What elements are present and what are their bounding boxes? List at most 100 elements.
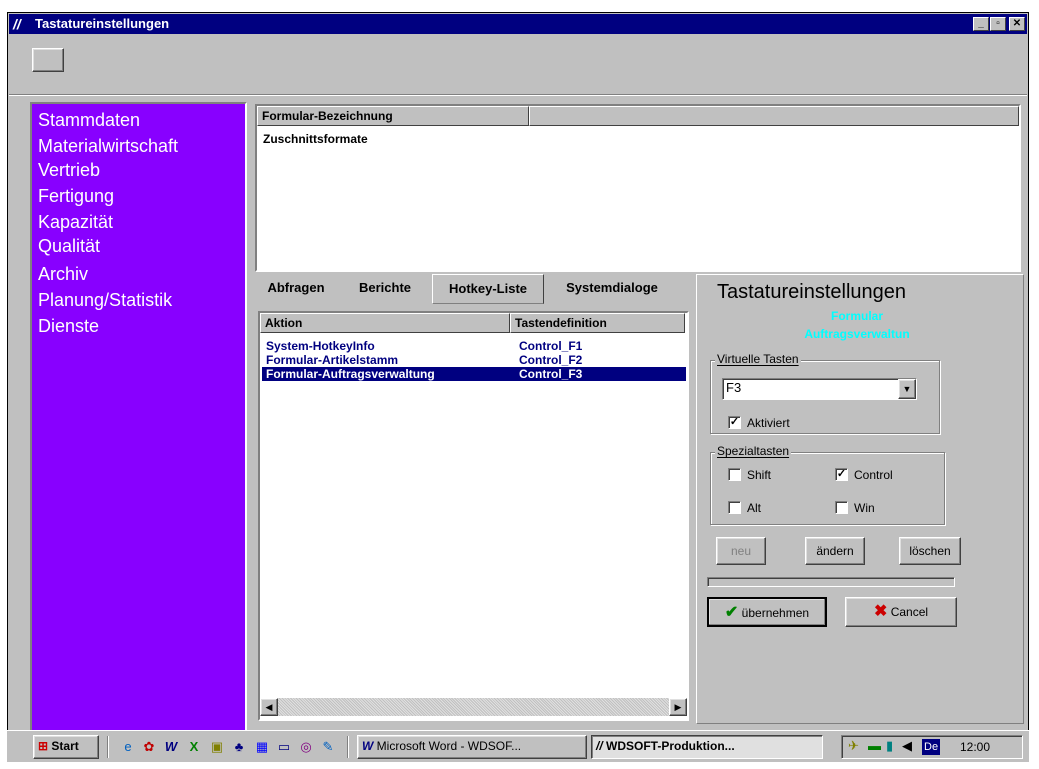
application-icon[interactable]: ▦ (253, 739, 271, 755)
sidebar-item-qualitaet[interactable]: Qualität (38, 236, 100, 256)
horizontal-scrollbar[interactable]: ◀ ▶ (260, 698, 687, 716)
row-key: Control_F3 (519, 367, 583, 381)
window-title: Tastatureinstellungen (35, 16, 170, 31)
settings-form-label: Formular (830, 309, 883, 323)
taskbar-divider (347, 736, 349, 758)
activated-checkbox[interactable]: ✓ (728, 416, 741, 429)
chevron-down-icon[interactable]: ▼ (898, 379, 916, 399)
delete-button[interactable]: löschen (899, 537, 961, 565)
scroll-right-icon[interactable]: ▶ (669, 698, 687, 716)
apply-button[interactable]: ✔ übernehmen (707, 597, 827, 627)
form-designation-header[interactable]: Formular-Bezeichnung (257, 106, 529, 126)
new-button[interactable]: neu (716, 537, 766, 565)
cancel-x-icon: ✖ (873, 603, 888, 620)
row-action: System-HotkeyInfo (266, 339, 375, 353)
folder-icon[interactable]: ▣ (208, 739, 226, 755)
volume-icon[interactable]: ◀ (902, 738, 912, 754)
control-checkbox[interactable]: ✓ (835, 468, 848, 481)
cancel-button-label: Cancel (890, 605, 929, 619)
language-indicator[interactable]: De (922, 739, 941, 755)
title-bar[interactable]: // Tastatureinstellungen _ ▫ ✕ (9, 14, 1027, 34)
sidebar-item-fertigung[interactable]: Fertigung (38, 186, 114, 206)
app-logo-icon: // (13, 16, 21, 32)
taskbar-divider (107, 736, 109, 758)
scrollbar-track[interactable] (278, 698, 669, 716)
shift-checkbox[interactable] (728, 468, 741, 481)
windows-logo-icon: ⊞ (38, 739, 49, 753)
tab-hotkey-liste[interactable]: Hotkey-Liste (432, 274, 544, 304)
outlook-icon[interactable]: ◎ (297, 739, 315, 755)
sidebar-item-planung-statistik[interactable]: Planung/Statistik (38, 290, 172, 310)
column-header-aktion[interactable]: Aktion (260, 313, 510, 333)
progress-bar (707, 577, 955, 587)
clock[interactable]: 12:00 (960, 739, 990, 755)
settings-title: Tastatureinstellungen (717, 281, 907, 303)
minimize-button[interactable]: _ (973, 17, 989, 31)
row-key: Control_F2 (519, 353, 583, 367)
list-item[interactable]: System-HotkeyInfo Control_F1 (262, 339, 686, 353)
virtual-key-select[interactable]: F3 ▼ (722, 378, 917, 400)
list-item-selected[interactable]: Formular-Auftragsverwaltung Control_F3 (262, 367, 686, 381)
cancel-button[interactable]: ✖ Cancel (845, 597, 957, 627)
tray-battery-icon[interactable]: ▬ (868, 738, 881, 753)
excel-icon[interactable]: X (185, 739, 203, 755)
toolbar-button[interactable] (32, 48, 64, 72)
start-button[interactable]: ⊞ Start (33, 735, 99, 759)
virtual-keys-label: Virtuelle Tasten (715, 352, 801, 366)
sidebar-item-materialwirtschaft[interactable]: Materialwirtschaft (38, 136, 178, 156)
keyboard-settings-panel: Tastatureinstellungen Formular Auftragsv… (696, 274, 1024, 724)
activated-label: Aktiviert (747, 416, 790, 430)
checkmark-icon: ✔ (724, 604, 739, 621)
desktop-icon[interactable]: ▭ (275, 739, 293, 755)
control-label: Control (854, 468, 893, 482)
win-label: Win (854, 501, 875, 515)
form-designation-panel: Formular-Bezeichnung Zuschnittsformate (255, 104, 1021, 272)
taskbar-word-button[interactable]: W Microsoft Word - WDSOF... (357, 735, 587, 759)
special-keys-group (710, 452, 945, 525)
shift-label: Shift (747, 468, 772, 482)
office-icon[interactable]: ✿ (140, 739, 158, 755)
sidebar-item-dienste[interactable]: Dienste (38, 316, 99, 336)
network-icon[interactable]: ♣ (230, 739, 248, 755)
word-icon: W (362, 739, 374, 753)
toolbar-separator (9, 94, 1027, 96)
word-icon[interactable]: W (162, 739, 180, 755)
alt-label: Alt (747, 501, 762, 515)
column-header-tastendefinition[interactable]: Tastendefinition (510, 313, 685, 333)
change-button[interactable]: ändern (805, 537, 865, 565)
settings-form-name: Auftragsverwaltun (804, 327, 910, 341)
app-logo-icon: // (596, 739, 603, 753)
row-action: Formular-Artikelstamm (266, 353, 399, 367)
sidebar-nav: Stammdaten Materialwirtschaft Vertrieb F… (30, 102, 247, 732)
sidebar-item-stammdaten[interactable]: Stammdaten (38, 110, 140, 130)
taskbar-wdsoft-label: WDSOFT-Produktion... (606, 739, 735, 753)
alt-checkbox[interactable] (728, 501, 741, 514)
tab-berichte[interactable]: Berichte (345, 274, 425, 304)
close-button[interactable]: ✕ (1009, 17, 1025, 31)
taskbar-wdsoft-button[interactable]: // WDSOFT-Produktion... (591, 735, 823, 759)
taskbar-word-label: Microsoft Word - WDSOF... (376, 739, 522, 753)
row-action: Formular-Auftragsverwaltung (266, 367, 435, 381)
form-designation-value[interactable]: Zuschnittsformate (263, 132, 368, 146)
apply-button-label: übernehmen (741, 606, 810, 620)
tools-icon[interactable]: ✎ (319, 739, 337, 755)
sidebar-item-archiv[interactable]: Archiv (38, 264, 88, 284)
maximize-button[interactable]: ▫ (990, 17, 1006, 31)
tab-systemdialoge[interactable]: Systemdialoge (550, 274, 674, 304)
row-key: Control_F1 (519, 339, 583, 353)
internet-explorer-icon[interactable]: e (119, 739, 137, 755)
scroll-left-icon[interactable]: ◀ (260, 698, 278, 716)
tray-scheduler-icon[interactable]: ✈ (848, 738, 859, 754)
tab-abfragen[interactable]: Abfragen (258, 274, 334, 304)
hotkey-list[interactable]: Aktion Tastendefinition System-HotkeyInf… (258, 311, 689, 721)
sidebar-item-vertrieb[interactable]: Vertrieb (38, 160, 100, 180)
sidebar-item-kapazitaet[interactable]: Kapazität (38, 212, 113, 232)
taskbar: ⊞ Start e ✿ W X ▣ ♣ ▦ ▭ ◎ ✎ W Microsoft … (7, 730, 1029, 762)
virtual-key-value: F3 (726, 380, 742, 395)
start-label: Start (51, 739, 79, 753)
list-item[interactable]: Formular-Artikelstamm Control_F2 (262, 353, 686, 367)
tray-network-icon[interactable]: ▮ (886, 738, 893, 754)
special-keys-label: Spezialtasten (715, 444, 792, 458)
win-checkbox[interactable] (835, 501, 848, 514)
system-tray: ✈ ▬ ▮ ◀ De 12:00 (841, 735, 1023, 759)
